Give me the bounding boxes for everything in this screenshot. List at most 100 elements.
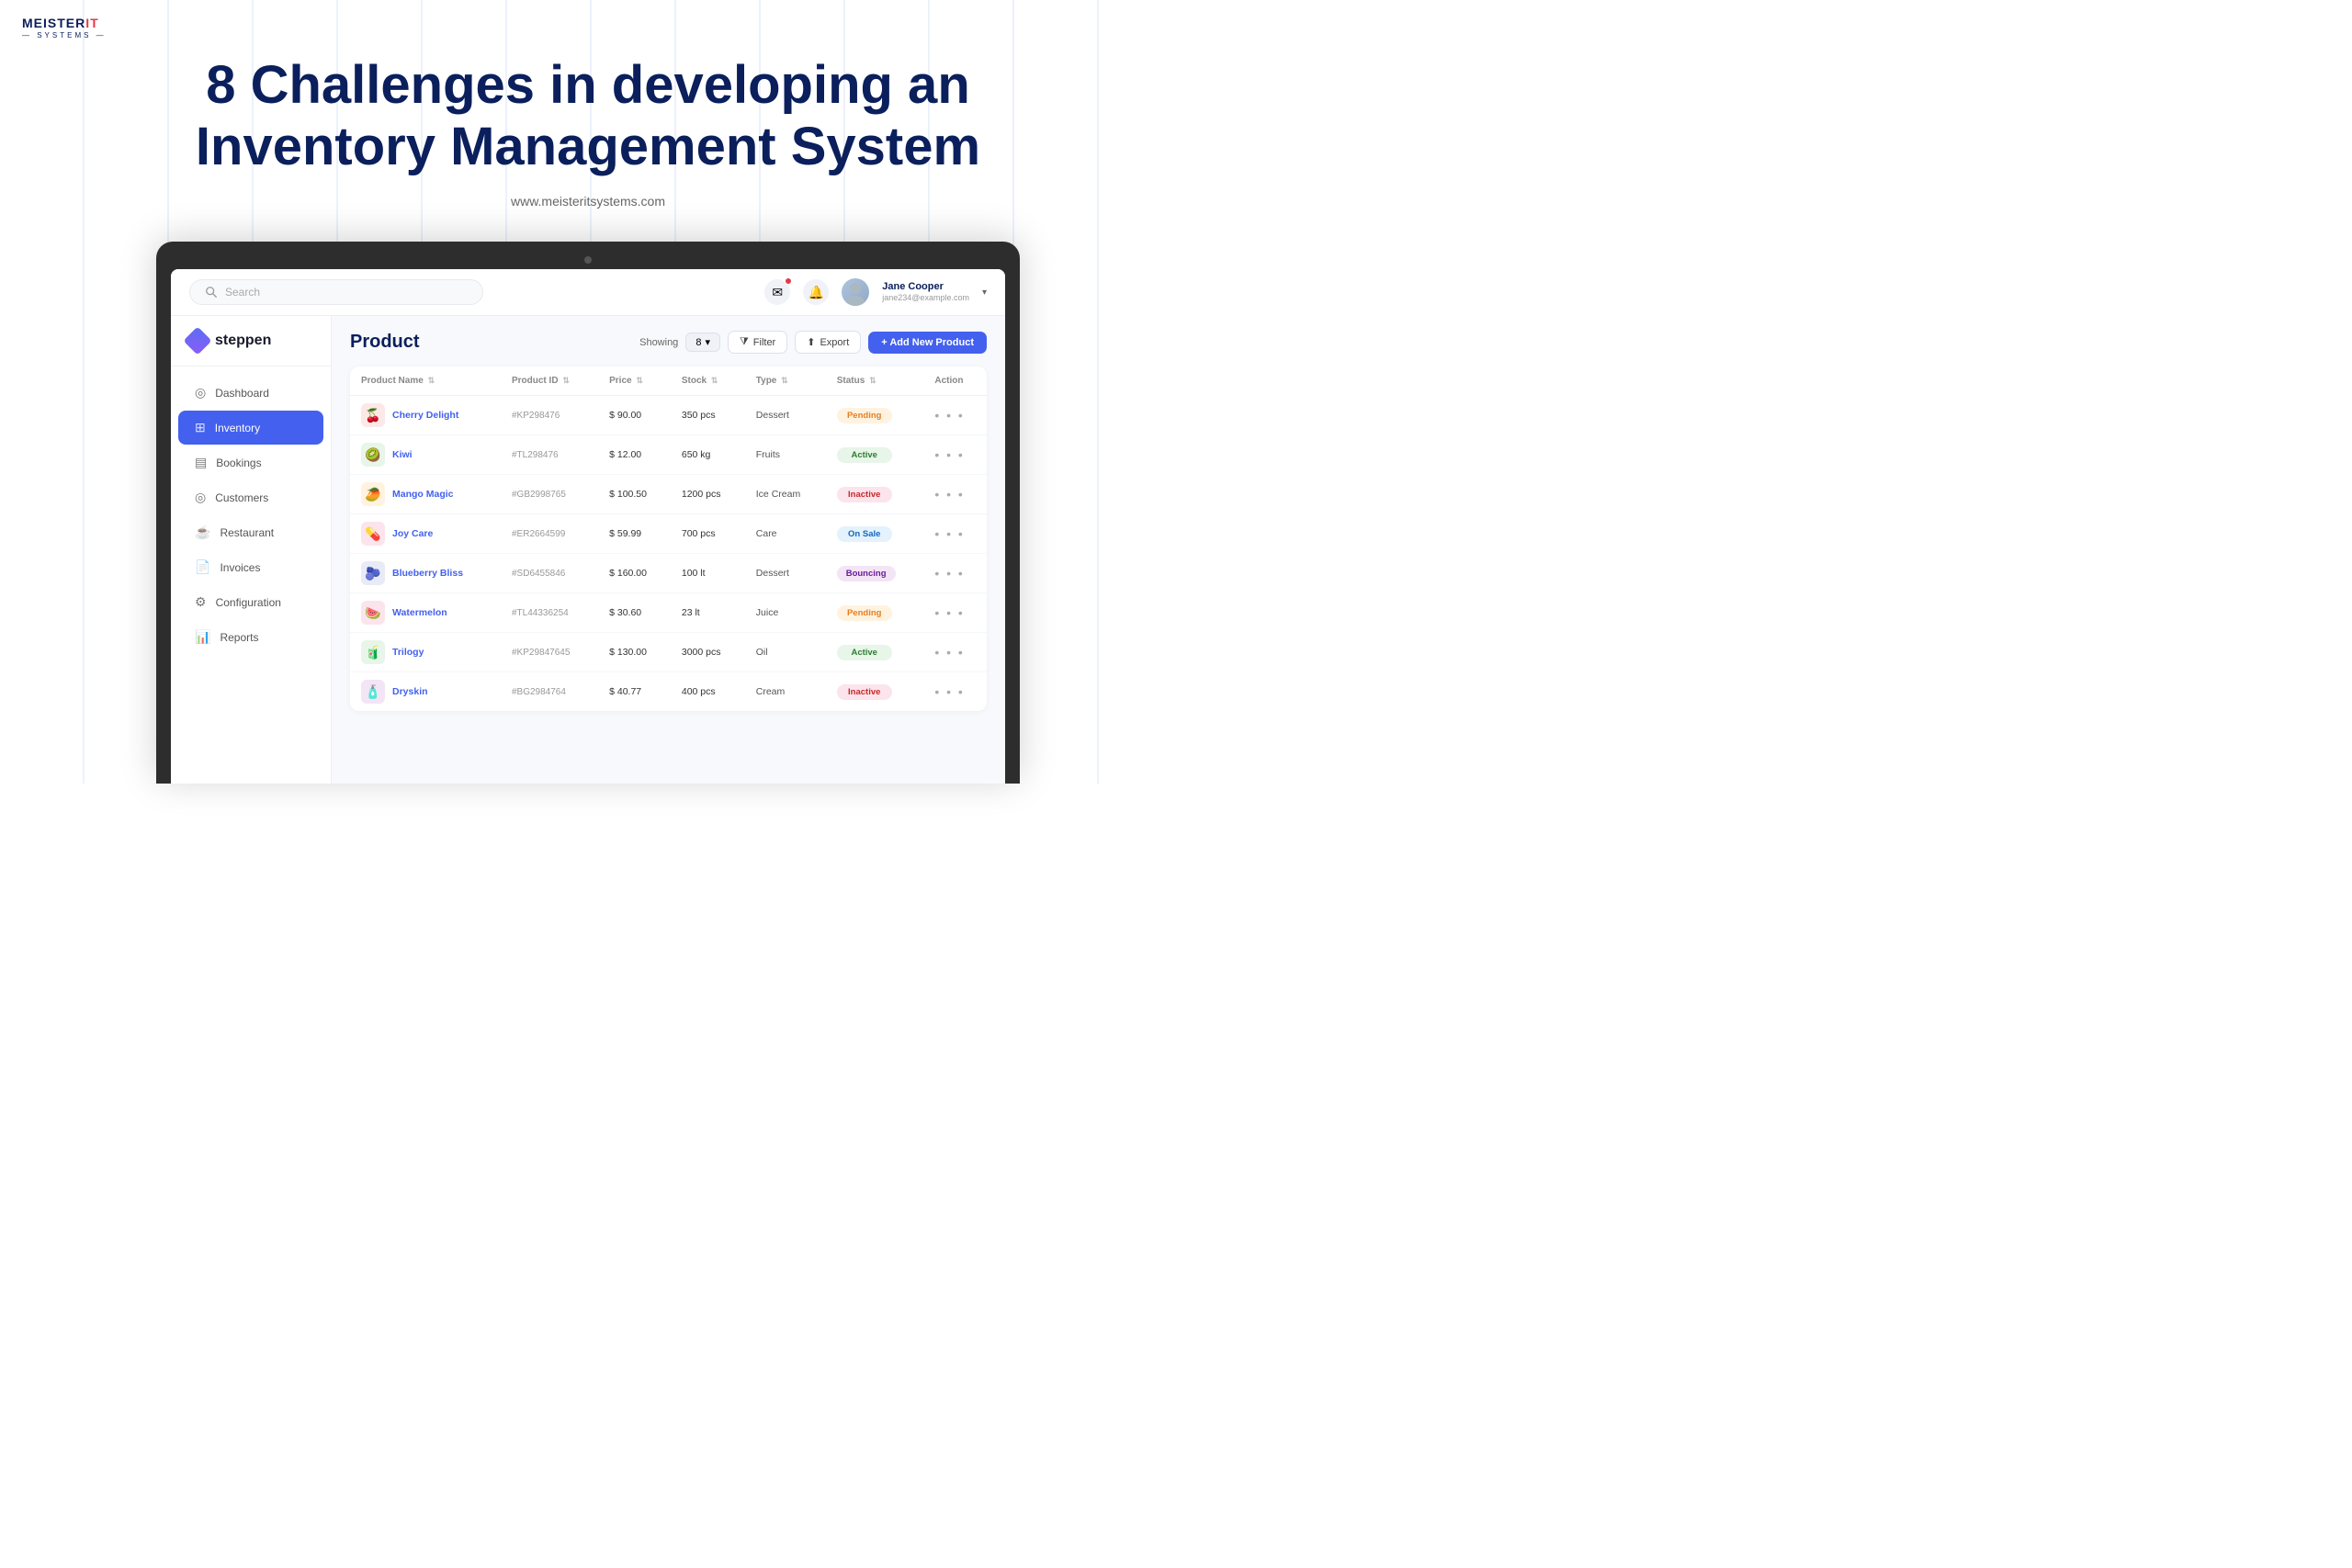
product-name-link-7[interactable]: Dryskin xyxy=(392,686,428,697)
header-controls: Showing 8 ▾ ⧩ Filter ⬆ Export xyxy=(639,331,987,354)
col-product-name[interactable]: Product Name ⇅ xyxy=(350,367,501,396)
camera-dot xyxy=(584,256,592,264)
cell-action-5[interactable]: • • • xyxy=(923,593,987,633)
cell-product-id-2: #GB2998765 xyxy=(501,475,598,514)
col-type[interactable]: Type ⇅ xyxy=(745,367,826,396)
cell-product-id-6: #KP29847645 xyxy=(501,633,598,672)
cell-action-6[interactable]: • • • xyxy=(923,633,987,672)
main-title: 8 Challenges in developing an Inventory … xyxy=(0,55,1176,177)
sidebar-item-invoices[interactable]: 📄 Invoices xyxy=(178,550,323,584)
avatar-image xyxy=(842,278,869,306)
product-name-link-1[interactable]: Kiwi xyxy=(392,449,413,460)
logo: MEISTERIT — SYSTEMS — xyxy=(22,17,107,39)
cell-type-0: Dessert xyxy=(745,396,826,435)
brand-name: steppen xyxy=(215,333,271,349)
cell-type-4: Dessert xyxy=(745,554,826,593)
filter-label: Filter xyxy=(753,337,775,348)
cell-stock-5: 23 lt xyxy=(671,593,745,633)
restaurant-icon: ☕ xyxy=(195,525,210,540)
sidebar: steppen ◎ Dashboard ⊞ Inventory ▤ Bookin… xyxy=(171,316,332,784)
action-menu-1[interactable]: • • • xyxy=(934,447,964,462)
configuration-icon: ⚙ xyxy=(195,594,207,610)
customers-icon: ◎ xyxy=(195,490,206,505)
brand: steppen xyxy=(171,331,331,367)
table-row: 🥭 Mango Magic #GB2998765 $ 100.50 1200 p… xyxy=(350,475,987,514)
sidebar-item-reports[interactable]: 📊 Reports xyxy=(178,620,323,654)
cell-product-id-0: #KP298476 xyxy=(501,396,598,435)
status-badge-6: Active xyxy=(837,645,892,660)
chevron-down-icon[interactable]: ▾ xyxy=(982,288,987,298)
table-row: 🧴 Dryskin #BG2984764 $ 40.77 400 pcs Cre… xyxy=(350,672,987,712)
product-img-6: 🧃 xyxy=(361,640,385,664)
sort-icon-type: ⇅ xyxy=(781,376,788,385)
export-button[interactable]: ⬆ Export xyxy=(795,331,861,354)
cell-type-7: Cream xyxy=(745,672,826,712)
table-body: 🍒 Cherry Delight #KP298476 $ 90.00 350 p… xyxy=(350,396,987,712)
cell-price-5: $ 30.60 xyxy=(598,593,671,633)
bell-icon[interactable]: 🔔 xyxy=(803,279,829,305)
product-name-link-5[interactable]: Watermelon xyxy=(392,607,447,618)
search-placeholder: Search xyxy=(225,286,260,299)
action-menu-7[interactable]: • • • xyxy=(934,684,964,699)
sidebar-item-bookings[interactable]: ▤ Bookings xyxy=(178,446,323,479)
showing-count-badge[interactable]: 8 ▾ xyxy=(685,333,720,352)
action-menu-4[interactable]: • • • xyxy=(934,566,964,581)
product-name-link-2[interactable]: Mango Magic xyxy=(392,489,454,500)
cell-status-5: Pending xyxy=(826,593,924,633)
cell-product-id-3: #ER2664599 xyxy=(501,514,598,554)
export-label: Export xyxy=(820,337,849,348)
user-avatar xyxy=(842,278,869,306)
add-product-label: + Add New Product xyxy=(881,337,974,348)
action-menu-5[interactable]: • • • xyxy=(934,605,964,620)
cell-action-1[interactable]: • • • xyxy=(923,435,987,475)
col-stock[interactable]: Stock ⇅ xyxy=(671,367,745,396)
cell-action-7[interactable]: • • • xyxy=(923,672,987,712)
cell-type-5: Juice xyxy=(745,593,826,633)
col-product-id[interactable]: Product ID ⇅ xyxy=(501,367,598,396)
sidebar-label-invoices: Invoices xyxy=(220,561,260,574)
cell-product-name-7: 🧴 Dryskin xyxy=(350,672,501,712)
cell-price-2: $ 100.50 xyxy=(598,475,671,514)
cell-action-4[interactable]: • • • xyxy=(923,554,987,593)
cell-action-2[interactable]: • • • xyxy=(923,475,987,514)
action-menu-6[interactable]: • • • xyxy=(934,645,964,660)
cell-product-id-5: #TL44336254 xyxy=(501,593,598,633)
sidebar-label-configuration: Configuration xyxy=(216,596,281,609)
invoices-icon: 📄 xyxy=(195,559,210,575)
sidebar-item-dashboard[interactable]: ◎ Dashboard xyxy=(178,376,323,410)
sidebar-item-customers[interactable]: ◎ Customers xyxy=(178,480,323,514)
product-name-link-0[interactable]: Cherry Delight xyxy=(392,410,458,421)
product-name-link-6[interactable]: Trilogy xyxy=(392,647,424,658)
bookings-icon: ▤ xyxy=(195,455,207,470)
col-price[interactable]: Price ⇅ xyxy=(598,367,671,396)
cell-product-name-4: 🫐 Blueberry Bliss xyxy=(350,554,501,593)
sidebar-item-inventory[interactable]: ⊞ Inventory xyxy=(178,411,323,445)
sidebar-item-configuration[interactable]: ⚙ Configuration xyxy=(178,585,323,619)
main-content: Product Showing 8 ▾ ⧩ Filter xyxy=(332,316,1005,784)
action-menu-3[interactable]: • • • xyxy=(934,526,964,541)
product-name-link-4[interactable]: Blueberry Bliss xyxy=(392,568,463,579)
mail-icon[interactable]: ✉ xyxy=(764,279,790,305)
cell-price-4: $ 160.00 xyxy=(598,554,671,593)
user-info: Jane Cooper jane234@example.com xyxy=(882,281,969,303)
sidebar-item-restaurant[interactable]: ☕ Restaurant xyxy=(178,515,323,549)
product-img-5: 🍉 xyxy=(361,601,385,625)
cell-product-name-6: 🧃 Trilogy xyxy=(350,633,501,672)
cell-action-0[interactable]: • • • xyxy=(923,396,987,435)
table-row: 🥝 Kiwi #TL298476 $ 12.00 650 kg Fruits A… xyxy=(350,435,987,475)
cell-price-6: $ 130.00 xyxy=(598,633,671,672)
action-menu-0[interactable]: • • • xyxy=(934,408,964,423)
table-row: 🍒 Cherry Delight #KP298476 $ 90.00 350 p… xyxy=(350,396,987,435)
add-product-button[interactable]: + Add New Product xyxy=(868,332,987,354)
filter-button[interactable]: ⧩ Filter xyxy=(728,331,787,354)
cell-product-name-3: 💊 Joy Care xyxy=(350,514,501,554)
status-badge-7: Inactive xyxy=(837,684,892,700)
cell-stock-6: 3000 pcs xyxy=(671,633,745,672)
search-bar[interactable]: Search xyxy=(189,279,483,305)
cell-action-3[interactable]: • • • xyxy=(923,514,987,554)
col-status[interactable]: Status ⇅ xyxy=(826,367,924,396)
action-menu-2[interactable]: • • • xyxy=(934,487,964,502)
header-right: ✉ 🔔 Jane Cooper jane234@example.com xyxy=(764,278,987,306)
cell-stock-2: 1200 pcs xyxy=(671,475,745,514)
product-name-link-3[interactable]: Joy Care xyxy=(392,528,433,539)
